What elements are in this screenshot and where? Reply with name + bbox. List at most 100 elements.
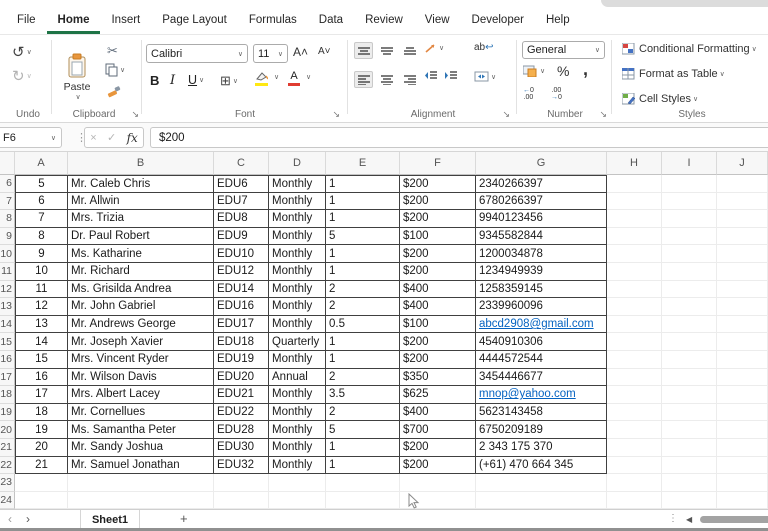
cell-B19[interactable]: Mr. Cornellues xyxy=(68,404,214,422)
cell-J9[interactable] xyxy=(717,228,768,246)
cell-G9[interactable]: 9345582844 xyxy=(476,228,607,246)
cell-F15[interactable]: $200 xyxy=(400,333,476,351)
cell-I23[interactable] xyxy=(662,474,717,492)
cell-A24[interactable] xyxy=(15,492,68,510)
cell-E6[interactable]: 1 xyxy=(326,175,400,193)
cell-B18[interactable]: Mrs. Albert Lacey xyxy=(68,386,214,404)
cell-E17[interactable]: 2 xyxy=(326,369,400,387)
cell-A10[interactable]: 9 xyxy=(15,245,68,263)
row-header-18[interactable]: 18 xyxy=(0,386,15,404)
column-header-F[interactable]: F xyxy=(400,152,476,175)
cell-D17[interactable]: Annual xyxy=(269,369,326,387)
tab-scrollbar-divider[interactable]: ⋮ xyxy=(668,513,678,524)
cell-D15[interactable]: Quarterly xyxy=(269,333,326,351)
cell-F10[interactable]: $200 xyxy=(400,245,476,263)
cell-G22[interactable]: (+61) 470 664 345 xyxy=(476,457,607,475)
row-header-24[interactable]: 24 xyxy=(0,492,15,510)
cell-H13[interactable] xyxy=(607,298,662,316)
row-header-13[interactable]: 13 xyxy=(0,298,15,316)
cell-F12[interactable]: $400 xyxy=(400,281,476,299)
cell-B14[interactable]: Mr. Andrews George xyxy=(68,316,214,334)
cell-J13[interactable] xyxy=(717,298,768,316)
cell-H15[interactable] xyxy=(607,333,662,351)
cell-D7[interactable]: Monthly xyxy=(269,193,326,211)
cell-G16[interactable]: 4444572544 xyxy=(476,351,607,369)
cell-I13[interactable] xyxy=(662,298,717,316)
column-header-C[interactable]: C xyxy=(214,152,269,175)
cell-D20[interactable]: Monthly xyxy=(269,421,326,439)
cell-B13[interactable]: Mr. John Gabriel xyxy=(68,298,214,316)
orientation-button[interactable]: ∨ xyxy=(424,42,444,54)
cell-D10[interactable]: Monthly xyxy=(269,245,326,263)
sheet-nav-prev-icon[interactable]: ‹ xyxy=(8,512,12,526)
cell-J21[interactable] xyxy=(717,439,768,457)
cell-F8[interactable]: $200 xyxy=(400,210,476,228)
cell-E8[interactable]: 1 xyxy=(326,210,400,228)
cell-D8[interactable]: Monthly xyxy=(269,210,326,228)
number-dialog-launcher[interactable]: ↘ xyxy=(599,109,607,120)
cell-H17[interactable] xyxy=(607,369,662,387)
paste-button[interactable]: Paste ∨ xyxy=(57,40,97,114)
cell-C13[interactable]: EDU16 xyxy=(214,298,269,316)
cell-B21[interactable]: Mr. Sandy Joshua xyxy=(68,439,214,457)
cell-J10[interactable] xyxy=(717,245,768,263)
alignment-dialog-launcher[interactable]: ↘ xyxy=(502,109,510,120)
cell-A20[interactable]: 19 xyxy=(15,421,68,439)
row-header-15[interactable]: 15 xyxy=(0,333,15,351)
column-header-H[interactable]: H xyxy=(607,152,662,175)
cell-styles-button[interactable]: Cell Styles∨ xyxy=(622,93,698,105)
tab-page-layout[interactable]: Page Layout xyxy=(151,9,238,34)
cell-G13[interactable]: 2339960096 xyxy=(476,298,607,316)
cell-F9[interactable]: $100 xyxy=(400,228,476,246)
cell-A21[interactable]: 20 xyxy=(15,439,68,457)
cell-C24[interactable] xyxy=(214,492,269,510)
cell-G19[interactable]: 5623143458 xyxy=(476,404,607,422)
cell-H14[interactable] xyxy=(607,316,662,334)
cell-G7[interactable]: 6780266397 xyxy=(476,193,607,211)
cell-C16[interactable]: EDU19 xyxy=(214,351,269,369)
cell-H19[interactable] xyxy=(607,404,662,422)
cell-E10[interactable]: 1 xyxy=(326,245,400,263)
borders-button[interactable]: ⊞∨ xyxy=(220,73,238,89)
cell-H12[interactable] xyxy=(607,281,662,299)
cell-F7[interactable]: $200 xyxy=(400,193,476,211)
cell-D11[interactable]: Monthly xyxy=(269,263,326,281)
increase-font-button[interactable]: A˄ xyxy=(293,45,308,59)
tab-file[interactable]: File xyxy=(6,9,47,34)
cell-I8[interactable] xyxy=(662,210,717,228)
cell-D19[interactable]: Monthly xyxy=(269,404,326,422)
cell-A15[interactable]: 14 xyxy=(15,333,68,351)
insert-function-icon[interactable]: fx xyxy=(127,131,138,145)
cell-G6[interactable]: 2340266397 xyxy=(476,175,607,193)
cell-F18[interactable]: $625 xyxy=(400,386,476,404)
cell-I16[interactable] xyxy=(662,351,717,369)
cell-G10[interactable]: 1200034878 xyxy=(476,245,607,263)
cell-G24[interactable] xyxy=(476,492,607,510)
cell-A7[interactable]: 6 xyxy=(15,193,68,211)
cell-C9[interactable]: EDU9 xyxy=(214,228,269,246)
cell-A23[interactable] xyxy=(15,474,68,492)
cell-C15[interactable]: EDU18 xyxy=(214,333,269,351)
cell-B6[interactable]: Mr. Caleb Chris xyxy=(68,175,214,193)
decrease-font-button[interactable]: A˅ xyxy=(318,46,331,57)
cell-I24[interactable] xyxy=(662,492,717,510)
cell-A13[interactable]: 12 xyxy=(15,298,68,316)
cell-C10[interactable]: EDU10 xyxy=(214,245,269,263)
cell-A16[interactable]: 15 xyxy=(15,351,68,369)
column-header-I[interactable]: I xyxy=(662,152,717,175)
copy-button[interactable]: ∨ xyxy=(105,63,125,77)
clipboard-dialog-launcher[interactable]: ↘ xyxy=(131,109,139,120)
cell-B20[interactable]: Ms. Samantha Peter xyxy=(68,421,214,439)
tab-view[interactable]: View xyxy=(414,9,461,34)
cell-D6[interactable]: Monthly xyxy=(269,175,326,193)
cell-B11[interactable]: Mr. Richard xyxy=(68,263,214,281)
cell-G23[interactable] xyxy=(476,474,607,492)
cell-B8[interactable]: Mrs. Trizia xyxy=(68,210,214,228)
row-header-20[interactable]: 20 xyxy=(0,421,15,439)
cell-E24[interactable] xyxy=(326,492,400,510)
align-center-button[interactable] xyxy=(377,71,396,88)
cell-A9[interactable]: 8 xyxy=(15,228,68,246)
cell-E22[interactable]: 1 xyxy=(326,457,400,475)
align-left-button[interactable] xyxy=(354,71,373,88)
cell-G8[interactable]: 9940123456 xyxy=(476,210,607,228)
